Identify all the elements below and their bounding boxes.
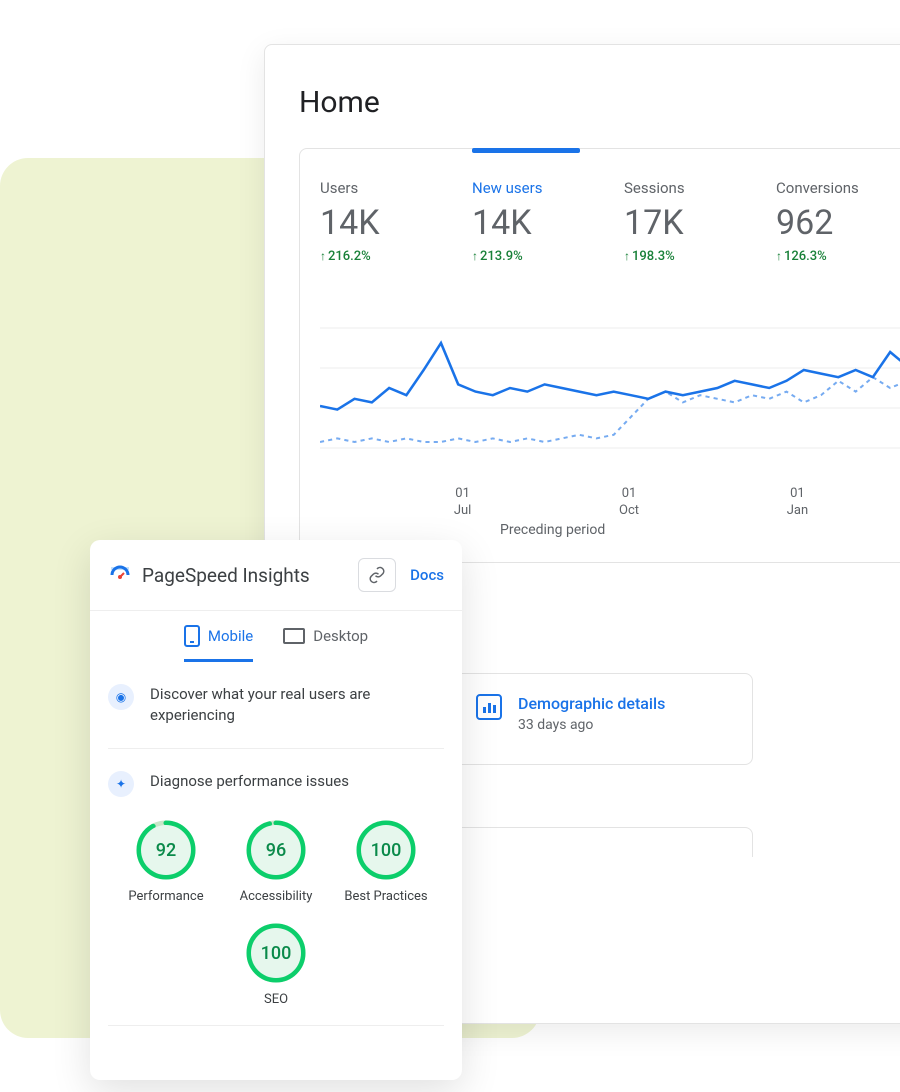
metric-label: New users — [472, 179, 624, 197]
gauge-accessibility[interactable]: 96 Accessibility — [233, 819, 319, 904]
metric-change: 126.3% — [776, 249, 900, 264]
divider — [108, 1025, 444, 1026]
gauge-value: 100 — [361, 825, 411, 875]
docs-link[interactable]: Docs — [410, 566, 444, 584]
metric-value: 962 — [776, 203, 900, 243]
page-title: Home — [299, 85, 900, 120]
gauge-value: 96 — [251, 825, 301, 875]
diagnose-text: Diagnose performance issues — [150, 771, 349, 792]
tab-desktop[interactable]: Desktop — [283, 625, 368, 662]
gauge-label: Best Practices — [344, 889, 427, 904]
line-chart — [320, 298, 900, 478]
metric-value: 14K — [320, 203, 472, 243]
metric-label: Users — [320, 179, 472, 197]
metric-sessions[interactable]: Sessions 17K 198.3% — [624, 173, 776, 264]
gauge-performance[interactable]: 92 Performance — [123, 819, 209, 904]
metric-change: 216.2% — [320, 249, 472, 264]
card-subtitle: 33 days ago — [518, 717, 665, 733]
suggestion-card-demographic[interactable]: Demographic details 33 days ago — [453, 673, 753, 765]
lighthouse-gauges: 92 Performance 96 Accessibility 100 Best… — [90, 797, 462, 1007]
link-icon — [368, 566, 386, 584]
field-data-icon: ◉ — [108, 684, 134, 710]
metric-value: 14K — [472, 203, 624, 243]
psi-device-tabs: Mobile Desktop — [90, 611, 462, 662]
gauge-label: Accessibility — [240, 889, 313, 904]
metric-value: 17K — [624, 203, 776, 243]
pagespeed-panel: PageSpeed Insights Docs Mobile Desktop ◉… — [90, 540, 462, 1080]
psi-title: PageSpeed Insights — [142, 564, 310, 587]
pagespeed-logo-icon — [108, 563, 132, 587]
mobile-icon — [184, 625, 200, 647]
metric-change: 198.3% — [624, 249, 776, 264]
gauge-label: Performance — [128, 889, 203, 904]
stub-card-2[interactable] — [453, 827, 753, 857]
metric-label: Conversions — [776, 179, 900, 197]
copy-link-button[interactable] — [358, 558, 396, 592]
diagnose-section: ✦ Diagnose performance issues — [108, 771, 444, 797]
gauge-best-practices[interactable]: 100 Best Practices — [343, 819, 429, 904]
metric-users[interactable]: Users 14K 216.2% — [320, 173, 472, 264]
metric-conversions[interactable]: Conversions 962 126.3% — [776, 173, 900, 264]
metrics-row: Users 14K 216.2% New users 14K 213.9% Se… — [300, 173, 900, 264]
psi-header: PageSpeed Insights Docs — [90, 540, 462, 611]
lab-data-icon: ✦ — [108, 771, 134, 797]
desktop-icon — [283, 628, 305, 644]
metric-new-users[interactable]: New users 14K 213.9% — [472, 173, 624, 264]
tab-mobile-label: Mobile — [208, 627, 253, 645]
metrics-card: Users 14K 216.2% New users 14K 213.9% Se… — [299, 148, 900, 563]
metric-change: 213.9% — [472, 249, 624, 264]
gauge-value: 92 — [141, 825, 191, 875]
active-metric-indicator — [472, 148, 580, 153]
gauge-label: SEO — [264, 992, 288, 1007]
discover-section: ◉ Discover what your real users are expe… — [108, 684, 444, 726]
metric-label: Sessions — [624, 179, 776, 197]
x-axis-labels: 01Jul 01Oct 01Jan — [320, 486, 900, 520]
tab-desktop-label: Desktop — [313, 627, 368, 645]
card-title: Demographic details — [518, 694, 665, 713]
bar-chart-icon — [476, 694, 502, 720]
gauge-value: 100 — [251, 928, 301, 978]
tab-mobile[interactable]: Mobile — [184, 625, 253, 662]
chart-area: 01Jul 01Oct 01Jan — [300, 298, 900, 508]
gauge-seo[interactable]: 100 SEO — [233, 922, 319, 1007]
discover-text: Discover what your real users are experi… — [150, 684, 444, 726]
